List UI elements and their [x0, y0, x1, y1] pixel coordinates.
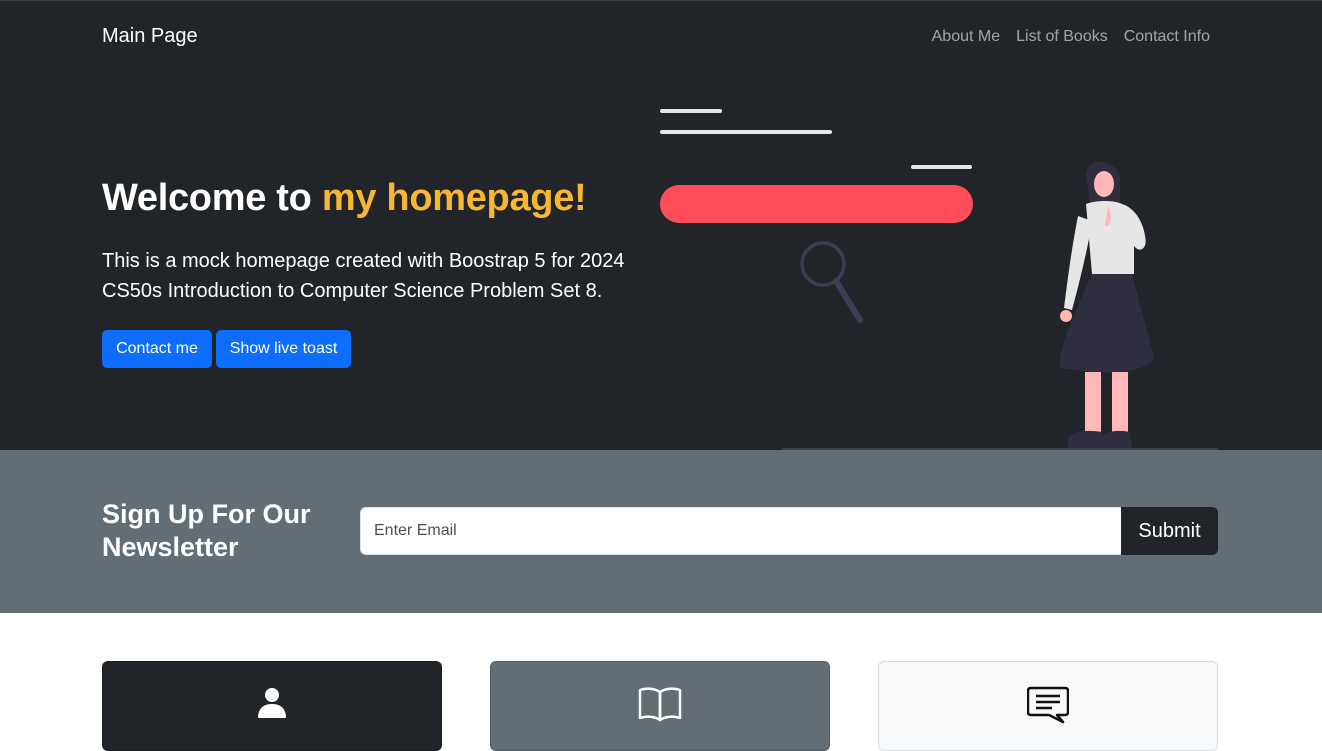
submit-button[interactable]: Submit	[1121, 507, 1218, 555]
list-of-books-card[interactable]	[490, 661, 830, 751]
search-illustration	[660, 109, 1218, 450]
woman-figure	[1059, 161, 1154, 448]
newsletter-title: Sign Up For Our Newsletter	[102, 499, 311, 562]
about-me-card[interactable]	[102, 661, 442, 751]
chat-icon	[1027, 686, 1069, 724]
navbar: Main Page About Me List of Books Contact…	[0, 0, 1322, 76]
hero-title-accent: my homepage!	[321, 177, 587, 219]
hero-title: Welcome to my homepage!	[102, 177, 587, 220]
brand-link[interactable]: Main Page	[102, 25, 198, 48]
hero-section: Welcome to my homepage! This is a mock h…	[0, 76, 1322, 450]
person-icon	[258, 688, 286, 718]
nav-link-about-me[interactable]: About Me	[932, 28, 1000, 46]
show-live-toast-button[interactable]: Show live toast	[216, 330, 351, 368]
hero-title-prefix: Welcome to	[102, 177, 322, 219]
contact-info-card[interactable]	[878, 661, 1218, 751]
book-icon	[638, 687, 682, 722]
hero-lead: This is a mock homepage created with Boo…	[102, 250, 625, 302]
feature-cards	[0, 613, 1322, 751]
newsletter-section: Sign Up For Our Newsletter Submit	[0, 450, 1322, 613]
nav-link-list-of-books[interactable]: List of Books	[1016, 28, 1108, 46]
contact-me-button[interactable]: Contact me	[102, 330, 212, 368]
nav-link-contact-info[interactable]: Contact Info	[1124, 28, 1210, 46]
magnifier-icon	[800, 241, 863, 323]
nav-links: About Me List of Books Contact Info	[932, 28, 1210, 46]
email-input[interactable]	[360, 507, 1122, 555]
